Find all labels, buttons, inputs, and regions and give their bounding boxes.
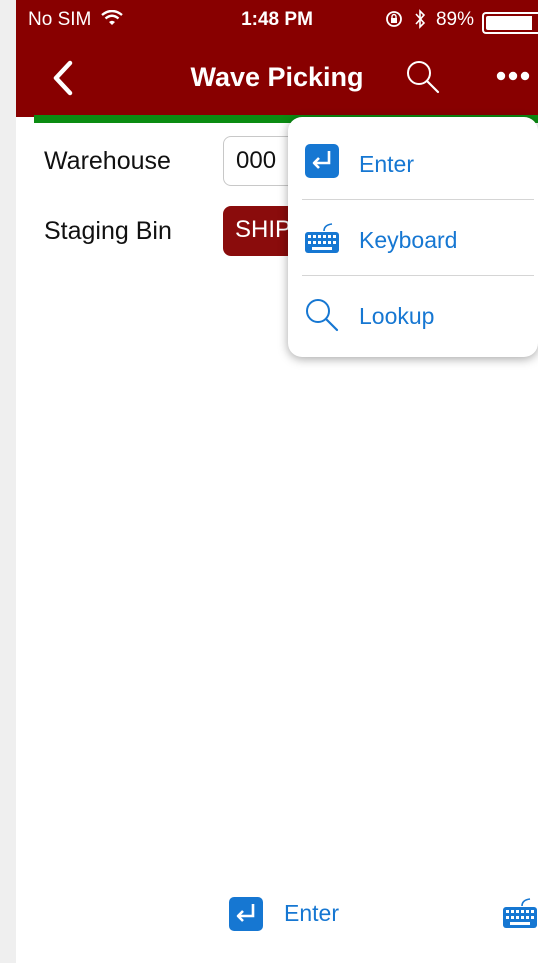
toolbar-keyboard-button[interactable] bbox=[502, 896, 538, 932]
warehouse-label: Warehouse bbox=[44, 147, 171, 175]
menu-item-label: Enter bbox=[359, 151, 414, 177]
navigation-bar: Wave Picking bbox=[16, 44, 538, 114]
app-screen: No SIM 1:48 PM 89% Wave Picking Warehous… bbox=[16, 0, 538, 963]
menu-item-enter[interactable]: Enter bbox=[288, 125, 538, 201]
menu-divider bbox=[302, 275, 534, 276]
status-bar: No SIM 1:48 PM 89% bbox=[16, 0, 538, 40]
battery-icon bbox=[482, 12, 538, 34]
page-title: Wave Picking bbox=[190, 62, 364, 92]
orientation-lock-icon bbox=[386, 11, 403, 27]
menu-item-label: Lookup bbox=[359, 303, 435, 329]
menu-divider bbox=[302, 199, 534, 200]
menu-item-keyboard[interactable]: Keyboard bbox=[288, 201, 538, 277]
enter-icon bbox=[229, 897, 263, 931]
top-bar: No SIM 1:48 PM 89% Wave Picking bbox=[16, 0, 538, 117]
search-icon bbox=[306, 299, 339, 332]
actions-menu: Enter Keyboard Lookup bbox=[288, 117, 538, 357]
toolbar-enter-button[interactable]: Enter bbox=[228, 894, 348, 934]
more-button[interactable] bbox=[494, 68, 534, 84]
search-button[interactable] bbox=[404, 58, 442, 96]
ellipsis-icon bbox=[496, 71, 530, 81]
bluetooth-icon bbox=[415, 9, 425, 29]
toolbar-enter-label: Enter bbox=[284, 900, 339, 926]
staging-bin-label: Staging Bin bbox=[44, 217, 172, 245]
keyboard-icon bbox=[305, 223, 339, 253]
search-icon bbox=[407, 61, 440, 94]
enter-icon bbox=[305, 144, 339, 178]
menu-item-lookup[interactable]: Lookup bbox=[288, 277, 538, 353]
menu-item-label: Keyboard bbox=[359, 227, 458, 253]
battery-percent: 89% bbox=[435, 9, 474, 30]
keyboard-icon bbox=[503, 898, 537, 928]
status-right: 89% bbox=[385, 0, 474, 40]
